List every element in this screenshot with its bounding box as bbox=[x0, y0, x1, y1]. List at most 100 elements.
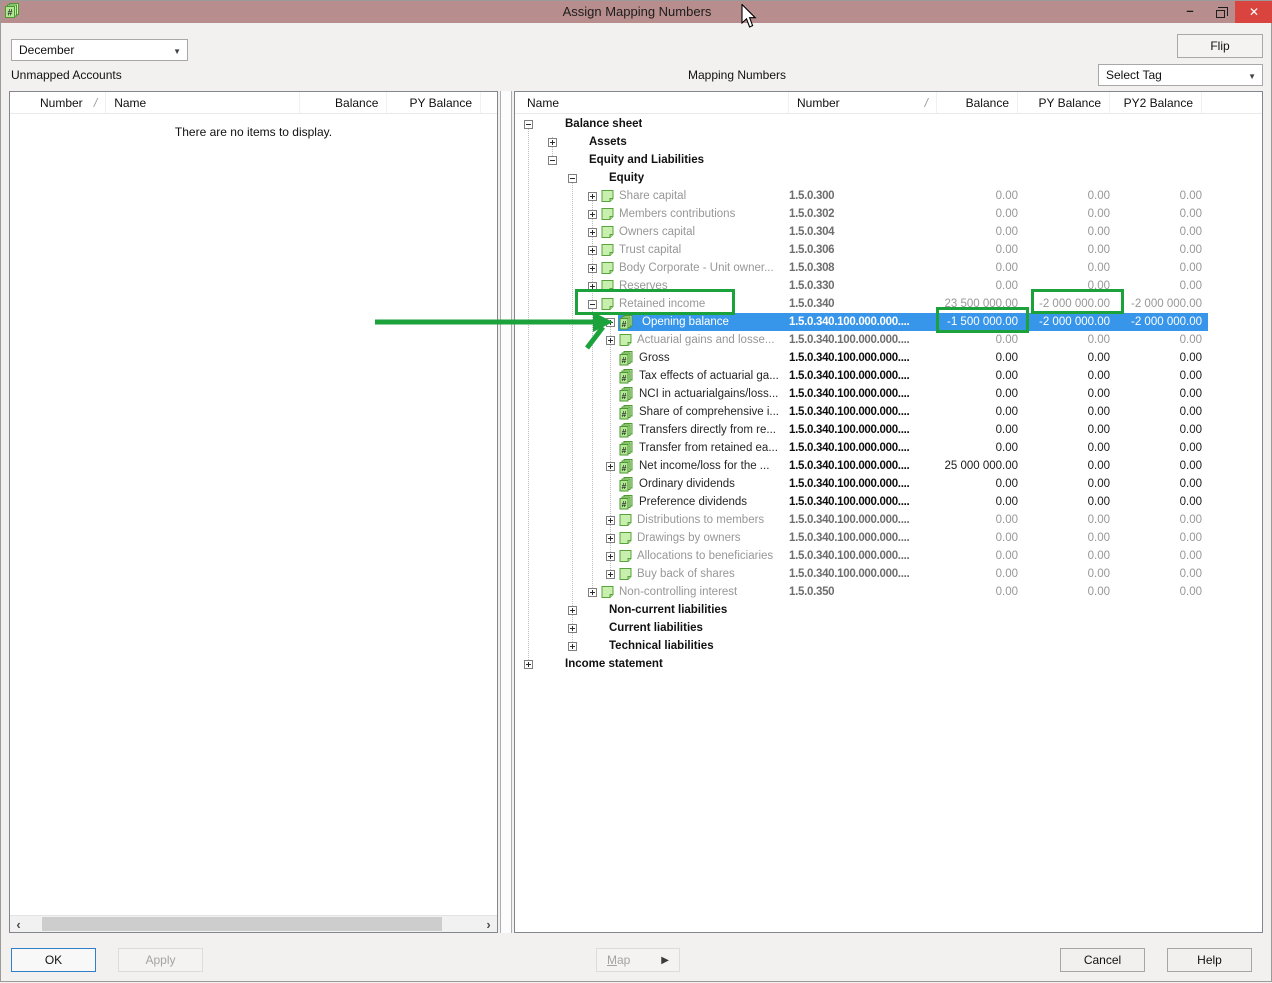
tree-row[interactable]: # Gross1.5.0.340.100.000.000....0.000.00… bbox=[515, 349, 1262, 367]
column-header-number[interactable]: Number / bbox=[789, 92, 937, 113]
tree-row[interactable]: Share capital1.5.0.3000.000.000.00 bbox=[515, 187, 1262, 205]
expand-icon[interactable] bbox=[588, 246, 597, 255]
apply-button[interactable]: Apply bbox=[118, 948, 203, 972]
expand-icon[interactable] bbox=[588, 210, 597, 219]
name-cell: # Ordinary dividends bbox=[515, 475, 789, 493]
expand-icon[interactable] bbox=[606, 570, 615, 579]
tree-row[interactable]: Retained income1.5.0.34023 500 000.00-2 … bbox=[515, 295, 1262, 313]
number-cell: 1.5.0.302 bbox=[789, 205, 937, 223]
minimize-button[interactable]: – bbox=[1175, 1, 1205, 23]
scroll-right-button[interactable]: › bbox=[480, 916, 497, 932]
scrollbar-track[interactable] bbox=[27, 916, 480, 932]
tree-row[interactable]: Body Corporate - Unit owner...1.5.0.3080… bbox=[515, 259, 1262, 277]
name-cell: Non-controlling interest bbox=[515, 583, 789, 601]
column-header-py-balance[interactable]: PY Balance bbox=[387, 92, 481, 113]
column-header-balance[interactable]: Balance bbox=[937, 92, 1018, 113]
tree-row[interactable]: # Net income/loss for the ...1.5.0.340.1… bbox=[515, 457, 1262, 475]
column-header-number[interactable]: Number / bbox=[10, 92, 106, 113]
expand-icon[interactable] bbox=[606, 534, 615, 543]
column-header-py-balance[interactable]: PY Balance bbox=[1018, 92, 1110, 113]
py2-balance-cell bbox=[1110, 655, 1202, 673]
tree-row[interactable]: # Share of comprehensive i...1.5.0.340.1… bbox=[515, 403, 1262, 421]
tree-row[interactable]: Members contributions1.5.0.3020.000.000.… bbox=[515, 205, 1262, 223]
tree-row[interactable]: Buy back of shares1.5.0.340.100.000.000.… bbox=[515, 565, 1262, 583]
collapse-icon[interactable] bbox=[548, 156, 557, 165]
tree-row[interactable]: Owners capital1.5.0.3040.000.000.00 bbox=[515, 223, 1262, 241]
tree-row[interactable]: Income statement bbox=[515, 655, 1262, 673]
expand-icon[interactable] bbox=[568, 624, 577, 633]
tree-row[interactable]: Actuarial gains and losse...1.5.0.340.10… bbox=[515, 331, 1262, 349]
expand-icon[interactable] bbox=[524, 660, 533, 669]
tree-row[interactable]: Reserves1.5.0.3300.000.000.00 bbox=[515, 277, 1262, 295]
column-header-name[interactable]: Name bbox=[106, 92, 299, 113]
row-label: Buy back of shares bbox=[637, 568, 735, 580]
expand-icon[interactable] bbox=[606, 318, 615, 327]
name-cell: Distributions to members bbox=[515, 511, 789, 529]
tree-row[interactable]: Drawings by owners1.5.0.340.100.000.000.… bbox=[515, 529, 1262, 547]
name-cell: # Tax effects of actuarial ga... bbox=[515, 367, 789, 385]
expand-icon[interactable] bbox=[588, 282, 597, 291]
cancel-button[interactable]: Cancel bbox=[1060, 948, 1145, 972]
collapse-icon[interactable] bbox=[588, 300, 597, 309]
account-group-icon bbox=[601, 585, 614, 599]
expand-icon[interactable] bbox=[588, 192, 597, 201]
expand-icon[interactable] bbox=[548, 138, 557, 147]
close-button[interactable]: ✕ bbox=[1235, 1, 1272, 23]
vertical-scrollbar-strip[interactable] bbox=[500, 91, 512, 933]
tree-row[interactable]: Assets bbox=[515, 133, 1262, 151]
tree-row[interactable]: Distributions to members1.5.0.340.100.00… bbox=[515, 511, 1262, 529]
expand-icon[interactable] bbox=[588, 588, 597, 597]
py-balance-cell: 0.00 bbox=[1018, 187, 1110, 205]
expand-icon[interactable] bbox=[588, 264, 597, 273]
tree-row[interactable]: # Ordinary dividends1.5.0.340.100.000.00… bbox=[515, 475, 1262, 493]
row-label: Balance sheet bbox=[565, 118, 642, 130]
period-select[interactable]: December ▼ bbox=[11, 39, 188, 61]
expand-icon[interactable] bbox=[568, 642, 577, 651]
py2-balance-cell: 0.00 bbox=[1110, 223, 1202, 241]
tree-row[interactable]: Non-controlling interest1.5.0.3500.000.0… bbox=[515, 583, 1262, 601]
horizontal-scrollbar[interactable]: ‹ › bbox=[10, 915, 497, 932]
tree-row[interactable]: # Tax effects of actuarial ga...1.5.0.34… bbox=[515, 367, 1262, 385]
tree-row[interactable]: # Transfers directly from re...1.5.0.340… bbox=[515, 421, 1262, 439]
ok-button[interactable]: OK bbox=[11, 948, 96, 972]
select-tag-dropdown[interactable]: Select Tag ▼ bbox=[1098, 64, 1263, 86]
scrollbar-thumb[interactable] bbox=[42, 917, 442, 931]
tree-row[interactable]: # NCI in actuarialgains/loss...1.5.0.340… bbox=[515, 385, 1262, 403]
column-header-balance[interactable]: Balance bbox=[300, 92, 388, 113]
tree-row[interactable]: Non-current liabilities bbox=[515, 601, 1262, 619]
tree-row[interactable]: # Transfer from retained ea...1.5.0.340.… bbox=[515, 439, 1262, 457]
number-cell bbox=[789, 115, 937, 133]
name-cell: # NCI in actuarialgains/loss... bbox=[515, 385, 789, 403]
expand-icon[interactable] bbox=[606, 552, 615, 561]
mapping-tree: Balance sheet AssetsEquity and Liabilitie… bbox=[515, 115, 1262, 932]
column-header-py2-balance[interactable]: PY2 Balance bbox=[1110, 92, 1202, 113]
tree-row[interactable]: Equity bbox=[515, 169, 1262, 187]
tree-row[interactable]: # Opening balance1.5.0.340.100.000.000..… bbox=[515, 313, 1262, 331]
column-header-name[interactable]: Name bbox=[515, 92, 789, 113]
tree-row[interactable]: Technical liabilities bbox=[515, 637, 1262, 655]
expand-icon[interactable] bbox=[588, 228, 597, 237]
expand-icon[interactable] bbox=[568, 606, 577, 615]
expand-icon[interactable] bbox=[606, 336, 615, 345]
tree-row[interactable]: Current liabilities bbox=[515, 619, 1262, 637]
tree-row[interactable]: # Preference dividends1.5.0.340.100.000.… bbox=[515, 493, 1262, 511]
account-group-icon bbox=[601, 207, 614, 221]
tree-row[interactable]: Trust capital1.5.0.3060.000.000.00 bbox=[515, 241, 1262, 259]
balance-cell: 0.00 bbox=[937, 277, 1018, 295]
map-button[interactable]: Map ▶ bbox=[596, 948, 680, 972]
number-cell: 1.5.0.340.100.000.000.... bbox=[789, 349, 937, 367]
scroll-left-button[interactable]: ‹ bbox=[10, 916, 27, 932]
number-cell: 1.5.0.340.100.000.000.... bbox=[789, 529, 937, 547]
balance-cell bbox=[937, 115, 1018, 133]
restore-button[interactable] bbox=[1205, 1, 1235, 23]
tree-row[interactable]: Balance sheet bbox=[515, 115, 1262, 133]
expand-icon[interactable] bbox=[606, 462, 615, 471]
help-button[interactable]: Help bbox=[1167, 948, 1252, 972]
collapse-icon[interactable] bbox=[568, 174, 577, 183]
number-cell: 1.5.0.306 bbox=[789, 241, 937, 259]
flip-button[interactable]: Flip bbox=[1177, 34, 1263, 58]
expand-icon[interactable] bbox=[606, 516, 615, 525]
tree-row[interactable]: Allocations to beneficiaries1.5.0.340.10… bbox=[515, 547, 1262, 565]
collapse-icon[interactable] bbox=[524, 120, 533, 129]
tree-row[interactable]: Equity and Liabilities bbox=[515, 151, 1262, 169]
